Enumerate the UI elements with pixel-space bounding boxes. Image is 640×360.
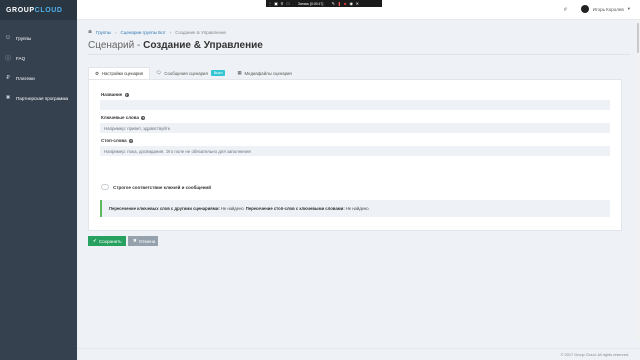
save-button[interactable]: ✔ Сохранить (88, 236, 126, 246)
status-badge: Выкл (210, 70, 226, 76)
help-icon[interactable]: ? (128, 138, 133, 143)
stopwords-label-text: Стоп-слова (101, 138, 127, 143)
user-name: Игорь Королев (592, 6, 624, 12)
pause-icon[interactable]: ❚ (337, 1, 341, 6)
scrollbar[interactable] (636, 20, 640, 340)
sidebar-item-label: Партнерская программа (16, 95, 69, 101)
chevron-right-icon: › (115, 29, 117, 35)
sidebar-item-faq[interactable]: ⓘ FAQ (0, 48, 77, 68)
breadcrumb-scenarios[interactable]: Сценарии группы Бот (121, 30, 166, 35)
logo-group-text: GROUP (6, 6, 35, 14)
recording-title: Запись [0:00:17] (298, 1, 324, 6)
gear-icon: ⚙ (95, 70, 99, 76)
avatar (580, 5, 589, 13)
tab-bar: ⚙ Настройки сценария 🗨 Сообщения сценари… (88, 67, 298, 79)
logo[interactable]: GROUP CLOUD (0, 0, 77, 20)
pen-icon[interactable]: ✎ (331, 1, 335, 6)
settings-panel: Название ? Ключевые слова ? Стоп-слова ?… (88, 79, 622, 231)
sidebar-item-payments[interactable]: ₽ Платежи (0, 68, 77, 88)
page-title-main: Создание & Управление (143, 40, 263, 51)
note-stopwords-value: Не найдено (345, 206, 369, 211)
note-keywords-label: Пересечение ключевых слов с другими сцен… (109, 206, 220, 211)
display-icon[interactable]: ▣ (274, 1, 278, 6)
breadcrumb-groups[interactable]: Группы (96, 30, 111, 35)
breadcrumb: ☗ Группы › Сценарии группы Бот › Создани… (88, 29, 226, 35)
strict-match-row: Строгое соответствие ключей и сообщений (101, 184, 211, 190)
chevron-down-icon: ▾ (627, 6, 630, 11)
payment-icon: ₽ (6, 75, 10, 81)
tab-label: Медиафайлы сценария (244, 70, 292, 76)
keywords-label-text: Ключевые слова (101, 115, 140, 120)
tab-label: Настройки сценария (101, 71, 143, 76)
camera-icon[interactable]: ◉ (349, 1, 354, 6)
tab-messages[interactable]: 🗨 Сообщения сценария Выкл (150, 67, 232, 79)
name-label: Название ? (101, 92, 129, 97)
hash-icon[interactable]: # (564, 7, 567, 13)
stop-icon[interactable]: ■ (343, 1, 347, 6)
breadcrumb-current: Создание & Управление (175, 29, 227, 35)
sidebar: GROUP CLOUD ⚇ Группы ⓘ FAQ ₽ Платежи ✖ Па… (0, 0, 77, 360)
stopwords-field[interactable] (100, 146, 610, 156)
footer: © 2017 Group Cloud. All rights reserved. (77, 348, 640, 360)
tab-label: Сообщения сценария (164, 70, 208, 76)
logo-cloud-text: CLOUD (34, 6, 63, 14)
main-content: ☗ Группы › Сценарии группы Бот › Создани… (77, 20, 640, 360)
name-field[interactable] (100, 100, 610, 110)
chevron-right-icon: › (169, 29, 172, 35)
cancel-button[interactable]: ✖ Отмена (128, 236, 158, 246)
divider (88, 54, 630, 55)
sidebar-item-partner[interactable]: ✖ Партнерская программа (0, 88, 77, 108)
question-icon: ⓘ (5, 56, 11, 62)
home-icon: ☗ (88, 29, 93, 34)
check-icon: ✔ (93, 238, 97, 243)
name-label-text: Название (101, 92, 123, 97)
scrollbar-thumb[interactable] (637, 23, 639, 53)
save-label: Сохранить (98, 238, 122, 244)
note-keywords-value: Не найдено (220, 206, 244, 211)
intersection-note: Пересечение ключевых слов с другими сцен… (100, 200, 610, 217)
strict-match-toggle[interactable] (101, 184, 109, 190)
grip-icon[interactable]: ⋮ (268, 1, 272, 6)
footer-copyright: © 2017 Group Cloud. All rights reserved. (560, 353, 629, 357)
sidebar-item-label: Платежи (16, 75, 35, 81)
media-icon: ▦ (237, 70, 242, 75)
keywords-label: Ключевые слова ? (101, 115, 146, 120)
note-stopwords-label: Пересечение стоп-слов с ключевыми словам… (245, 206, 345, 211)
users-icon: ⚇ (5, 35, 11, 41)
page-title: Сценарий - Создание & Управление (88, 40, 263, 51)
cancel-label: Отмена (138, 238, 156, 244)
tab-media[interactable]: ▦ Медиафайлы сценария (231, 67, 297, 79)
stopwords-label: Стоп-слова ? (101, 138, 133, 143)
strict-match-label: Строгое соответствие ключей и сообщений (113, 184, 211, 190)
tab-settings[interactable]: ⚙ Настройки сценария (88, 67, 150, 79)
chat-icon: 🗨 (155, 70, 162, 75)
zoom-icon[interactable]: ⚲ (280, 1, 284, 6)
keywords-field[interactable] (100, 123, 610, 133)
user-menu[interactable]: Игорь Королев ▾ (580, 5, 630, 13)
page-title-prefix: Сценарий - (88, 40, 144, 51)
close-icon[interactable]: ✕ (355, 1, 359, 6)
help-icon[interactable]: ? (141, 115, 146, 120)
sidebar-item-label: FAQ (16, 55, 26, 61)
help-icon[interactable]: ? (124, 92, 129, 97)
handshake-icon: ✖ (5, 95, 11, 101)
window-icon[interactable]: □ (286, 1, 290, 6)
sidebar-item-groups[interactable]: ⚇ Группы (0, 28, 77, 48)
recording-toolbar: ⋮ ▣ ⚲ □ Запись [0:00:17] ✎ ❚ ■ ◉ ✕ (266, 0, 382, 7)
close-icon: ✖ (133, 238, 137, 243)
sidebar-item-label: Группы (16, 35, 32, 41)
